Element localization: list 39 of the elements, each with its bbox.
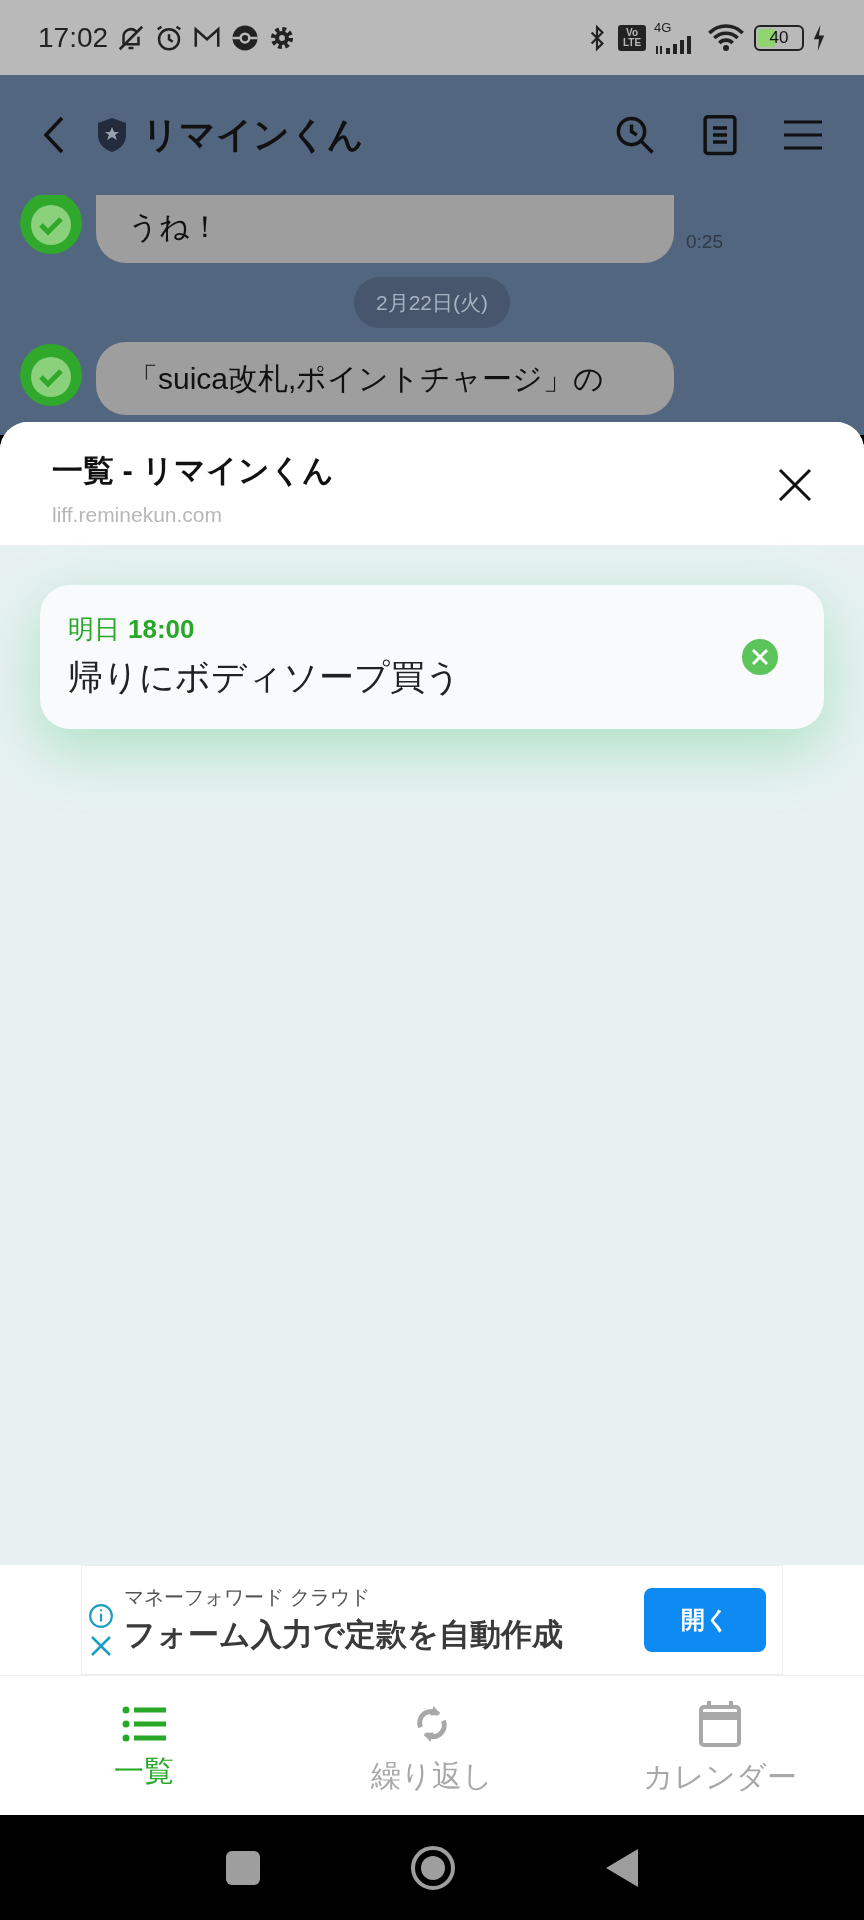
sheet-title: 一覧 - リマインくん: [52, 452, 334, 490]
reminder-day: 明日: [68, 610, 120, 650]
search-icon[interactable]: [614, 114, 656, 156]
reminder-text: 帰りにボディソープ買う: [68, 656, 461, 699]
date-pill: 2月22日(火): [354, 276, 510, 328]
ad-banner[interactable]: マネーフォワード クラウド フォーム入力で定款を自動作成 開く: [81, 1565, 783, 1675]
recents-icon[interactable]: [226, 1850, 260, 1885]
message-bubble: うね！: [96, 195, 674, 263]
info-icon[interactable]: [88, 1603, 114, 1629]
ad-advertiser: マネーフォワード クラウド: [124, 1584, 371, 1610]
reminder-time: 18:00: [128, 613, 195, 647]
bot-avatar[interactable]: [18, 195, 84, 256]
tab[interactable]: 繰り返し: [288, 1676, 576, 1815]
open-button[interactable]: 開く: [644, 1588, 766, 1652]
charging-icon: [812, 24, 826, 51]
battery-icon: 40: [754, 24, 804, 51]
tab[interactable]: カレンダー: [576, 1676, 864, 1815]
home-icon[interactable]: [410, 1844, 456, 1891]
calendar-icon: [698, 1699, 742, 1748]
wifi-icon: [706, 22, 746, 53]
menu-icon[interactable]: [784, 119, 822, 151]
reminder-card[interactable]: 明日 18:00 帰りにボディソープ買う: [40, 585, 824, 729]
chat-title: リマインくん: [142, 113, 364, 157]
volte-badge: Vo LTE: [618, 24, 646, 51]
close-icon[interactable]: [778, 468, 812, 502]
back-icon[interactable]: [606, 1848, 638, 1887]
list-icon: [122, 1705, 166, 1742]
message-time: 0:25: [686, 230, 723, 254]
tab[interactable]: 一覧: [0, 1676, 288, 1815]
back-icon[interactable]: [42, 115, 66, 155]
delete-icon[interactable]: [742, 639, 778, 675]
ad-headline: フォーム入力で定款を自動作成: [124, 1615, 563, 1654]
sheet-url: liff.reminekun.com: [52, 501, 223, 528]
status-time: 17:02: [38, 20, 109, 55]
message-bubble: 「suica改札,ポイントチャージ」の: [96, 342, 674, 415]
note-icon[interactable]: [702, 114, 738, 156]
bot-avatar[interactable]: [18, 342, 84, 408]
network-type: 4G: [654, 21, 672, 34]
shield-icon: [96, 117, 128, 153]
